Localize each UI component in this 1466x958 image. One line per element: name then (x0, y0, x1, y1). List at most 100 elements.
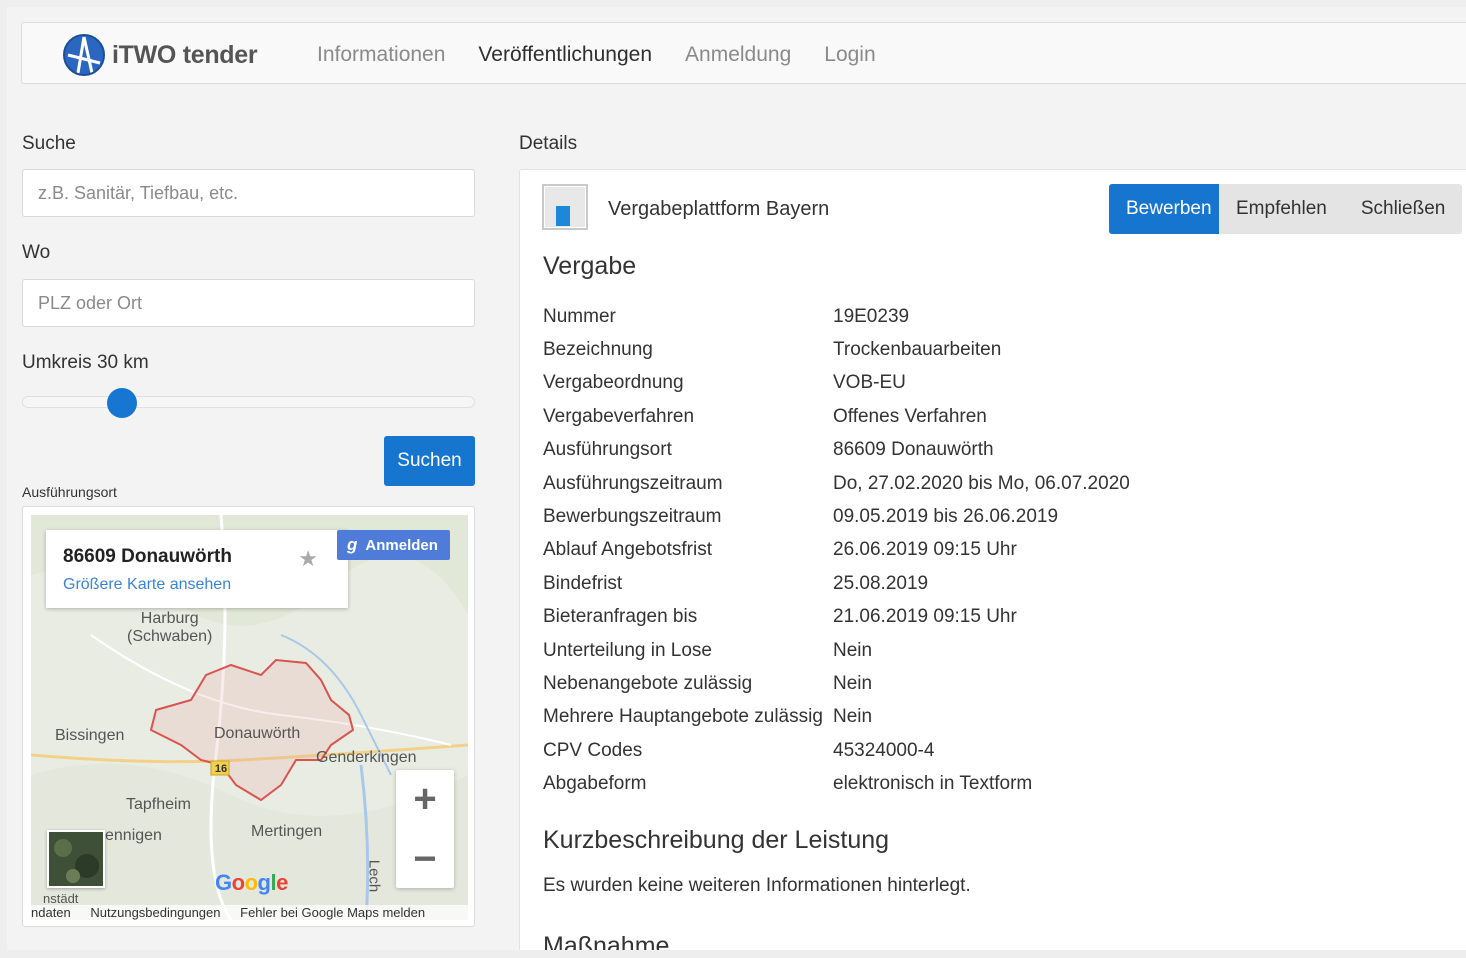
tender-field-value: Nein (833, 639, 873, 661)
apply-button[interactable]: Bewerben (1109, 184, 1219, 234)
platform-name: Vergabeplattform Bayern (608, 198, 830, 220)
tender-field-row: Vergabeverfahren Offenes Verfahren (543, 400, 1130, 433)
map-signin-button[interactable]: g Anmelden (337, 530, 450, 560)
map-footer-report[interactable]: Fehler bei Google Maps melden (240, 905, 425, 920)
tender-field-value: Trockenbauarbeiten (833, 339, 1002, 361)
map-card-title: 86609 Donauwörth (63, 546, 232, 567)
tender-field-value: Offenes Verfahren (833, 405, 987, 427)
map-label-mertingen: Mertingen (251, 823, 323, 840)
larger-map-link[interactable]: Größere Karte ansehen (63, 576, 231, 594)
nav-login[interactable]: Login (824, 43, 875, 67)
tender-field-row: Vergabeordnung VOB-EU (543, 367, 1130, 400)
details-card: Vergabeplattform Bayern Bewerben Empfehl… (519, 169, 1466, 950)
tender-field-key: Bindefrist (543, 572, 623, 594)
map-zoom-controls: + − (396, 770, 454, 888)
tender-field-key: Mehrere Hauptangebote zulässig (543, 706, 823, 728)
tender-field-row: Bieteranfragen bis 21.06.2019 09:15 Uhr (543, 601, 1130, 634)
tender-field-value: Do, 27.02.2020 bis Mo, 06.07.2020 (833, 472, 1130, 494)
tender-field-key: Ablauf Angebotsfrist (543, 539, 712, 561)
recommend-button[interactable]: Empfehlen (1219, 184, 1344, 234)
brand-name: iTWO tender (112, 40, 258, 69)
app-frame: iTWO tender Informationen Veröffentlichu… (7, 7, 1466, 950)
tender-field-key: Bewerbungszeitraum (543, 506, 722, 528)
map-label-genderkingen: Genderkingen (316, 749, 417, 766)
location-map[interactable]: Harburg (Schwaben) Bissingen Donauwörth … (22, 506, 475, 927)
radius-label: Umkreis 30 km (22, 352, 149, 373)
close-button[interactable]: Schließen (1343, 184, 1463, 234)
tender-field-key: Vergabeverfahren (543, 405, 695, 427)
tender-field-row: Nummer 19E0239 (543, 300, 1130, 333)
map-info-card: 86609 Donauwörth Größere Karte ansehen ★ (46, 530, 348, 608)
tender-field-value: VOB-EU (833, 372, 906, 394)
kurzbeschreibung-title: Kurzbeschreibung der Leistung (543, 826, 890, 854)
details-action-buttons: Bewerben Empfehlen Schließen (1109, 184, 1463, 234)
tender-field-row: Ausführungszeitraum Do, 27.02.2020 bis Mo… (543, 467, 1130, 500)
radius-slider-thumb[interactable] (107, 388, 138, 418)
google-logo: Google (215, 870, 288, 895)
top-navbar: iTWO tender Informationen Veröffentlichu… (21, 22, 1466, 84)
tender-field-value: 45324000-4 (833, 739, 935, 761)
tender-field-key: Nebenangebote zulässig (543, 672, 753, 694)
tender-field-row: Ablauf Angebotsfrist 26.06.2019 09:15 Uhr (543, 534, 1130, 567)
brand-logo[interactable]: iTWO tender (62, 33, 258, 77)
satellite-thumb-icon (49, 832, 103, 886)
tender-field-row: Bewerbungszeitraum 09.05.2019 bis 26.06.2… (543, 500, 1130, 533)
star-icon[interactable]: ★ (298, 546, 318, 572)
map-label-donauwoerth: Donauwörth (214, 725, 301, 742)
itwo-logo-icon (63, 34, 105, 76)
map-label-ennigen: ennigen (105, 827, 162, 844)
location-label: Wo (22, 242, 51, 263)
tender-field-value: 86609 Donauwörth (833, 439, 994, 461)
search-label: Suche (22, 133, 76, 154)
tender-field-key: Abgabeform (543, 773, 647, 795)
tender-field-row: Abgabeform elektronisch in Textform (543, 767, 1130, 800)
road-number-badge: 16 (214, 763, 228, 775)
tender-field-key: Bezeichnung (543, 339, 653, 361)
tender-field-key: Vergabeordnung (543, 372, 684, 394)
map-signin-label: Anmelden (365, 536, 438, 554)
tender-field-key: Bieteranfragen bis (543, 606, 698, 628)
map-footer: ndaten Nutzungsbedingungen Fehler bei Go… (31, 905, 468, 922)
satellite-toggle[interactable] (47, 830, 105, 888)
tender-field-value: Nein (833, 672, 873, 694)
vergabe-title: Vergabe (543, 252, 637, 280)
tender-field-key: Unterteilung in Lose (543, 639, 712, 661)
tender-field-row: Ausführungsort 86609 Donauwörth (543, 434, 1130, 467)
tender-field-value: 19E0239 (833, 305, 910, 327)
location-input[interactable] (22, 279, 475, 327)
search-input[interactable] (22, 169, 475, 217)
map-canvas[interactable]: Harburg (Schwaben) Bissingen Donauwörth … (31, 515, 468, 922)
massnahme-title: Maßnahme (543, 932, 670, 950)
nav-veroeffentlichungen[interactable]: Veröffentlichungen (478, 43, 652, 67)
tender-field-key: Ausführungszeitraum (543, 472, 723, 494)
tender-field-value: 21.06.2019 09:15 Uhr (833, 606, 1017, 628)
details-label: Details (519, 133, 578, 154)
map-footer-data[interactable]: ndaten (31, 905, 71, 920)
map-section-label: Ausführungsort (22, 484, 117, 500)
zoom-out-button[interactable]: − (396, 830, 454, 888)
tender-field-key: Nummer (543, 305, 616, 327)
main-nav: Informationen Veröffentlichungen Anmeldu… (317, 43, 909, 67)
tender-field-value: 26.06.2019 09:15 Uhr (833, 539, 1017, 561)
tender-field-row: Mehrere Hauptangebote zulässig Nein (543, 701, 1130, 734)
tender-field-value: Nein (833, 706, 873, 728)
nav-anmeldung[interactable]: Anmeldung (685, 43, 791, 67)
tender-field-row: CPV Codes 45324000-4 (543, 734, 1130, 767)
zoom-in-button[interactable]: + (396, 770, 454, 828)
tender-field-value: 25.08.2019 (833, 572, 929, 594)
map-label-lech: Lech (365, 859, 383, 893)
nav-informationen[interactable]: Informationen (317, 43, 445, 67)
map-label-bissingen: Bissingen (55, 727, 125, 744)
map-label-tapfheim: Tapfheim (126, 796, 191, 813)
map-footer-terms[interactable]: Nutzungsbedingungen (90, 905, 220, 920)
map-label-harburg: Harburg (Schwaben) (127, 610, 213, 645)
tender-fields: Nummer 19E0239 Bezeichnung Trockenbauarbeit… (543, 300, 1130, 801)
tender-field-row: Unterteilung in Lose Nein (543, 634, 1130, 667)
tender-field-row: Nebenangebote zulässig Nein (543, 667, 1130, 700)
search-button[interactable]: Suchen (384, 436, 475, 486)
radius-slider[interactable] (22, 388, 475, 418)
tender-field-value: elektronisch in Textform (833, 773, 1033, 795)
tender-field-row: Bindefrist 25.08.2019 (543, 567, 1130, 600)
tender-field-value: 09.05.2019 bis 26.06.2019 (833, 506, 1059, 528)
tender-field-key: CPV Codes (543, 739, 643, 761)
